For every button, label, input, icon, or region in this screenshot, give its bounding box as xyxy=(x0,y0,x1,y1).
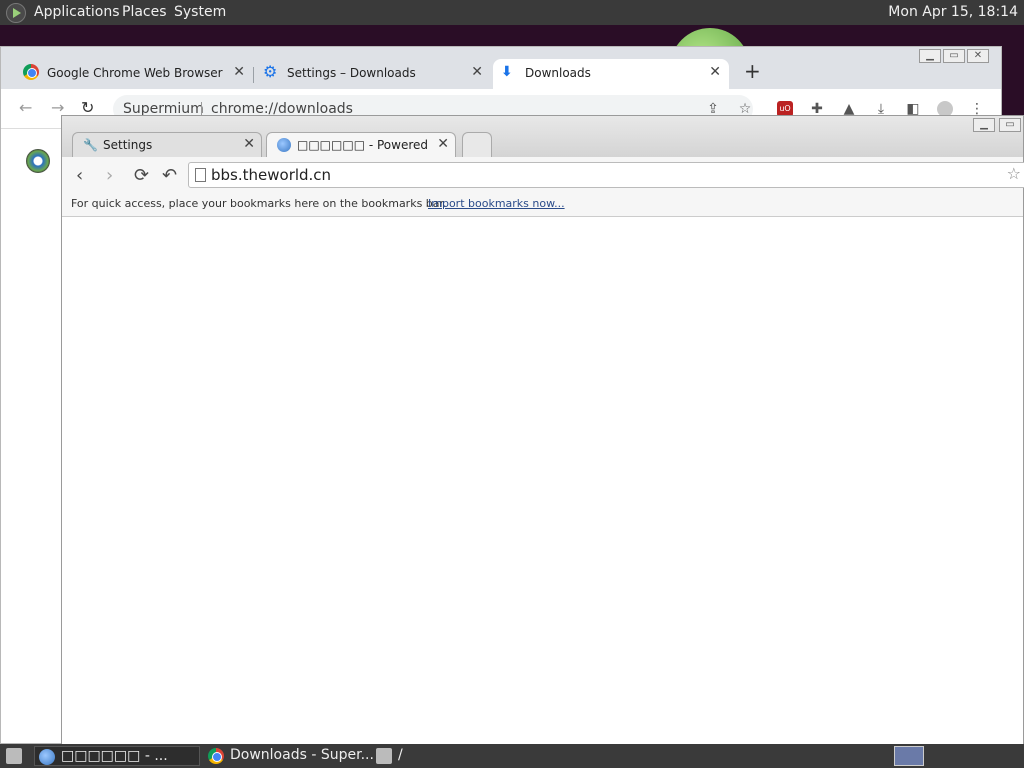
globe-icon xyxy=(39,749,55,765)
bookmarks-bar: For quick access, place your bookmarks h… xyxy=(62,193,1023,217)
import-bookmarks-link[interactable]: Import bookmarks now... xyxy=(428,197,565,210)
tab-label: Downloads xyxy=(525,66,591,80)
wrench-icon: 🔧 xyxy=(83,138,98,152)
taskbar-item-downloads[interactable]: Downloads - Super... xyxy=(204,746,374,766)
window-controls: ▁ ▭ ✕ xyxy=(919,49,989,63)
applications-menu[interactable]: Applications xyxy=(34,4,120,20)
tab-label: Google Chrome Web Browser xyxy=(47,66,223,80)
tab-label: □□□□□□ - Powered by Discuz! xyxy=(297,138,427,152)
close-tab-icon[interactable]: ✕ xyxy=(709,64,721,80)
close-tab-icon[interactable]: ✕ xyxy=(437,136,449,152)
top-panel: Applications Places System Mon Apr 15, 1… xyxy=(0,0,1024,25)
bottom-panel: □□□□□□ - ... Downloads - Super... / xyxy=(0,744,1024,768)
toolbar: ‹ › ⟳ ↶ bbs.theworld.cn ☆ xyxy=(62,157,1024,193)
new-tab-button[interactable]: + xyxy=(744,59,761,83)
tab-label: Settings – Downloads xyxy=(287,66,416,80)
back-arrow-icon[interactable]: ‹ xyxy=(76,165,83,186)
show-desktop-icon xyxy=(6,748,22,764)
tab-label: Settings xyxy=(103,138,153,152)
close-icon[interactable]: ✕ xyxy=(967,49,989,63)
taskbar-item-folder[interactable]: / xyxy=(372,746,538,766)
page-icon xyxy=(195,168,206,182)
show-desktop-button[interactable] xyxy=(2,746,26,766)
page-content[interactable] xyxy=(62,217,1023,745)
tab-strip: Google Chrome Web Browser ✕ ⚙ Settings –… xyxy=(1,47,1001,89)
maximize-icon[interactable]: ▭ xyxy=(999,118,1021,132)
new-tab-button[interactable] xyxy=(462,132,492,157)
address-bar[interactable]: bbs.theworld.cn xyxy=(188,162,1024,188)
tab-chrome-web-browser[interactable]: Google Chrome Web Browser ✕ xyxy=(15,59,254,89)
folder-icon xyxy=(376,748,392,764)
clock[interactable]: Mon Apr 15, 18:14 xyxy=(888,4,1018,20)
taskbar-label: Downloads - Super... xyxy=(230,747,374,763)
taskbar-label: □□□□□□ - ... xyxy=(61,748,168,764)
old-browser-window: 🔧 Settings ✕ □□□□□□ - Powered by Discuz!… xyxy=(61,115,1024,745)
tab-settings[interactable]: 🔧 Settings ✕ xyxy=(72,132,262,157)
tab-discuz[interactable]: □□□□□□ - Powered by Discuz! ✕ xyxy=(266,132,456,157)
close-tab-icon[interactable]: ✕ xyxy=(233,64,245,80)
places-menu[interactable]: Places xyxy=(122,4,167,20)
taskbar-item-discuz[interactable]: □□□□□□ - ... xyxy=(34,746,200,766)
system-menu[interactable]: System xyxy=(174,4,226,20)
url-text: bbs.theworld.cn xyxy=(211,166,332,184)
chrome-icon xyxy=(23,64,39,80)
globe-icon xyxy=(277,138,291,152)
taskbar-label: / xyxy=(398,747,403,763)
reload-icon[interactable]: ⟳ xyxy=(134,165,149,186)
workspace-switcher[interactable] xyxy=(894,746,924,766)
maximize-icon[interactable]: ▭ xyxy=(943,49,965,63)
download-icon: ⬇ xyxy=(501,64,513,80)
forward-arrow-icon[interactable]: › xyxy=(106,165,113,186)
back-arrow-icon[interactable]: ← xyxy=(19,98,32,117)
gear-icon: ⚙ xyxy=(263,62,278,81)
close-tab-icon[interactable]: ✕ xyxy=(471,64,483,80)
bookmark-star-icon[interactable]: ☆ xyxy=(1007,164,1021,183)
undo-icon[interactable]: ↶ xyxy=(162,165,177,186)
close-tab-icon[interactable]: ✕ xyxy=(243,136,255,152)
bookmarks-bar-message: For quick access, place your bookmarks h… xyxy=(71,197,447,210)
tab-downloads[interactable]: ⬇ Downloads ✕ xyxy=(493,59,729,89)
window-controls: ▁ ▭ xyxy=(973,118,1021,132)
tab-strip: 🔧 Settings ✕ □□□□□□ - Powered by Discuz!… xyxy=(62,116,1023,157)
gnome-logo-icon[interactable] xyxy=(6,3,26,23)
minimize-icon[interactable]: ▁ xyxy=(919,49,941,63)
tab-settings-downloads[interactable]: ⚙ Settings – Downloads ✕ xyxy=(255,59,491,89)
chrome-icon xyxy=(208,748,224,764)
minimize-icon[interactable]: ▁ xyxy=(973,118,995,132)
downloads-sidebar-logo-icon xyxy=(26,149,50,173)
